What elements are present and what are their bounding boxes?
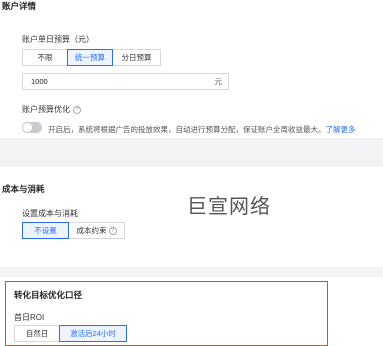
account-details-section: 账户详情 账户单日预算（元） 不限 统一预算 分日预算 1000 元 账户预算优… [0, 0, 383, 138]
budget-type-selector: 不限 统一预算 分日预算 [22, 49, 161, 66]
daily-budget-label: 账户单日预算（元） [22, 35, 94, 44]
watermark-text: 巨宣网络 [187, 194, 271, 218]
highlight-box [5, 281, 328, 346]
budget-option-unlimited[interactable]: 不限 [22, 49, 68, 66]
roi-option-24h-after-activation[interactable]: 激活后24小时 [59, 325, 127, 342]
cost-setting-label: 设置成本与消耗 [22, 209, 78, 218]
help-icon: ? [108, 226, 117, 235]
cost-option-none[interactable]: 不设置 [22, 222, 69, 239]
budget-option-daily[interactable]: 分日预算 [112, 49, 161, 66]
help-icon[interactable]: ? [73, 105, 81, 114]
cost-option-constraint-label: 成本约束 [76, 226, 107, 235]
cost-setting-selector: 不设置 成本约束? [22, 222, 125, 239]
budget-amount-input[interactable]: 1000 元 [22, 73, 229, 90]
cost-option-constraint[interactable]: 成本约束? [68, 222, 125, 239]
budget-optimize-description: 开启后，系统将根据广告的投放效果，自动进行预算分配，保证账户全周收益最大。了解更… [48, 124, 356, 135]
budget-unit: 元 [214, 77, 223, 86]
budget-option-unified[interactable]: 统一预算 [67, 49, 113, 66]
budget-optimize-desc-text: 开启后，系统将根据广告的投放效果，自动进行预算分配，保证账户全周收益最大。 [48, 125, 326, 134]
budget-optimize-label-row: 账户预算优化? [22, 104, 81, 115]
budget-amount-value: 1000 [31, 77, 48, 86]
budget-optimize-label: 账户预算优化 [22, 105, 70, 114]
toggle-knob [23, 123, 32, 132]
cost-section-title: 成本与消耗 [2, 184, 45, 194]
learn-more-link[interactable]: 了解更多 [326, 125, 356, 134]
account-details-title: 账户详情 [2, 1, 37, 11]
budget-optimize-toggle[interactable] [22, 122, 42, 133]
